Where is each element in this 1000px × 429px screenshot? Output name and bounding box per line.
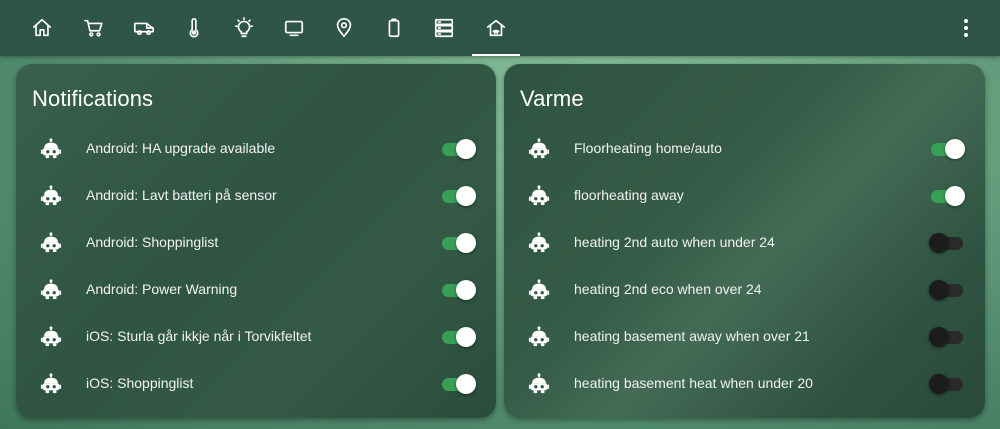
automation-label: Android: HA upgrade available (86, 140, 276, 156)
toggle-knob (945, 186, 965, 206)
robot-icon (528, 279, 550, 301)
tab-home-automation[interactable] (472, 0, 520, 56)
van-icon (134, 22, 154, 36)
tab-server[interactable] (420, 0, 468, 56)
tab-shopping[interactable] (70, 0, 118, 56)
toggle-knob (929, 280, 949, 300)
automation-toggle[interactable] (440, 139, 476, 159)
overflow-menu-button[interactable] (954, 16, 978, 40)
automation-row[interactable]: heating basement away when over 21 (504, 317, 985, 357)
automation-toggle[interactable] (929, 374, 965, 394)
automation-toggle[interactable] (440, 186, 476, 206)
server-icon (434, 18, 454, 38)
home-automation-icon (486, 19, 506, 37)
robot-icon (40, 373, 62, 395)
automation-label: heating basement heat when under 20 (574, 375, 813, 391)
robot-icon (40, 232, 62, 254)
automation-label: Floorheating home/auto (574, 140, 722, 156)
tab-battery[interactable] (370, 0, 418, 56)
automation-toggle[interactable] (929, 327, 965, 347)
automation-row[interactable]: Android: Shoppinglist (16, 223, 496, 263)
notifications-card: Notifications Android: HA upgrade availa… (16, 64, 496, 418)
automation-row[interactable]: heating 2nd auto when under 24 (504, 223, 985, 263)
robot-icon (528, 232, 550, 254)
robot-icon (40, 326, 62, 348)
automation-label: heating 2nd eco when over 24 (574, 281, 762, 297)
automation-row[interactable]: heating 2nd eco when over 24 (504, 270, 985, 310)
dot-icon (964, 26, 968, 30)
toggle-knob (456, 374, 476, 394)
tab-vehicle[interactable] (120, 0, 168, 56)
cart-icon (84, 19, 103, 37)
automation-toggle[interactable] (929, 186, 965, 206)
monitor-icon (284, 20, 304, 37)
automation-label: iOS: Sturla går ikkje når i Torvikfeltet (86, 328, 312, 344)
tab-location[interactable] (320, 0, 368, 56)
toggle-knob (945, 139, 965, 159)
robot-icon (40, 279, 62, 301)
tab-media[interactable] (270, 0, 318, 56)
automation-row[interactable]: Android: HA upgrade available (16, 129, 496, 169)
automation-row[interactable]: Floorheating home/auto (504, 129, 985, 169)
robot-icon (528, 138, 550, 160)
automation-row[interactable]: iOS: Shoppinglist (16, 364, 496, 404)
automation-row[interactable]: floorheating away (504, 176, 985, 216)
lightbulb-icon (234, 17, 254, 38)
toggle-knob (456, 139, 476, 159)
robot-icon (40, 185, 62, 207)
robot-icon (528, 373, 550, 395)
robot-icon (528, 185, 550, 207)
tab-lights[interactable] (220, 0, 268, 56)
toggle-knob (929, 233, 949, 253)
automation-toggle[interactable] (440, 233, 476, 253)
toggle-knob (456, 233, 476, 253)
thermometer-icon (189, 18, 199, 38)
automation-toggle[interactable] (440, 280, 476, 300)
robot-icon (40, 138, 62, 160)
varme-card: Varme Floorheating home/auto floorheating… (504, 64, 985, 418)
tab-home[interactable] (18, 0, 66, 56)
card-title: Notifications (32, 86, 154, 111)
automation-row[interactable]: heating basement heat when under 20 (504, 364, 985, 404)
automation-label: floorheating away (574, 187, 684, 203)
automation-label: heating 2nd auto when under 24 (574, 234, 775, 250)
automation-toggle[interactable] (440, 374, 476, 394)
automation-label: Android: Shoppinglist (86, 234, 219, 250)
top-toolbar (0, 0, 1000, 56)
tab-climate[interactable] (170, 0, 218, 56)
automation-toggle[interactable] (929, 139, 965, 159)
toggle-knob (456, 280, 476, 300)
automation-toggle[interactable] (929, 233, 965, 253)
automation-label: heating basement away when over 21 (574, 328, 810, 344)
toggle-knob (456, 186, 476, 206)
automation-label: Android: Lavt batteri på sensor (86, 187, 277, 203)
automation-toggle[interactable] (440, 327, 476, 347)
battery-icon (388, 18, 400, 38)
automation-toggle[interactable] (929, 280, 965, 300)
automation-label: iOS: Shoppinglist (86, 375, 194, 391)
automation-row[interactable]: Android: Lavt batteri på sensor (16, 176, 496, 216)
automation-label: Android: Power Warning (86, 281, 238, 297)
toggle-knob (929, 374, 949, 394)
map-marker-icon (336, 18, 352, 38)
dot-icon (964, 33, 968, 37)
dot-icon (964, 19, 968, 23)
automation-row[interactable]: Android: Power Warning (16, 270, 496, 310)
home-icon (32, 18, 52, 37)
toggle-knob (929, 327, 949, 347)
card-title: Varme (520, 86, 584, 111)
automation-row[interactable]: iOS: Sturla går ikkje når i Torvikfeltet (16, 317, 496, 357)
robot-icon (528, 326, 550, 348)
toggle-knob (456, 327, 476, 347)
